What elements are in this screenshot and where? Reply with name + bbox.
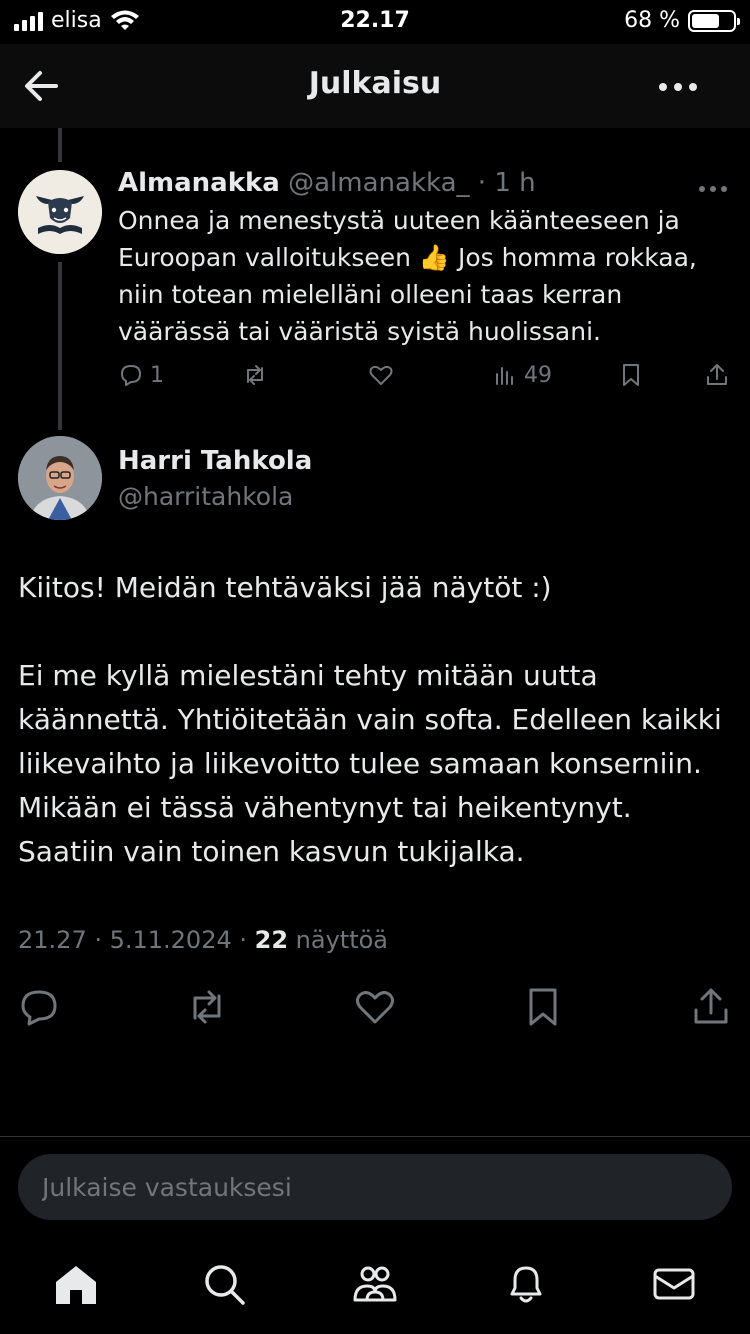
- status-bar: elisa 22.17 68 %: [0, 0, 750, 44]
- communities-icon: [353, 1266, 397, 1302]
- comment-icon: [121, 365, 141, 386]
- reply-share-button[interactable]: [704, 362, 730, 388]
- heart-icon: [369, 365, 393, 385]
- reply-separator: ·: [469, 168, 495, 198]
- avatar[interactable]: [18, 436, 102, 520]
- reply-like-button[interactable]: [368, 362, 394, 388]
- share-button[interactable]: [690, 986, 732, 1028]
- reply-composer[interactable]: [18, 1154, 732, 1220]
- share-icon: [707, 364, 727, 385]
- reply-text: Onnea ja menestystä uuteen käänteeseen j…: [118, 206, 697, 346]
- post-timestamp: 21.27 · 5.11.2024 ·: [18, 926, 255, 954]
- post-text: Kiitos! Meidän tehtäväksi jää näytöt :) …: [18, 566, 732, 918]
- reply-author-handle[interactable]: @almanakka_: [288, 168, 469, 198]
- more-horizontal-icon: [659, 83, 697, 91]
- reply-header: Almanakka @almanakka_ · 1 h: [118, 168, 536, 198]
- post-author-name[interactable]: Harri Tahkola: [118, 446, 312, 476]
- tab-messages[interactable]: [650, 1260, 698, 1308]
- comment-icon: [21, 990, 57, 1026]
- bookmark-icon: [529, 988, 557, 1026]
- repost-icon: [247, 365, 263, 385]
- reply-comment-button[interactable]: 1: [118, 362, 164, 388]
- post-meta: 21.27 · 5.11.2024 · 22 näyttöä: [18, 926, 388, 954]
- reply-bookmark-button[interactable]: [618, 362, 644, 388]
- bull-logo-icon: [18, 170, 102, 254]
- profile-photo-icon: [18, 436, 102, 520]
- more-options-button[interactable]: [658, 72, 698, 93]
- post-paragraph: Ei me kyllä mielestäni tehty mitään uutt…: [18, 659, 722, 868]
- reply-input[interactable]: [18, 1154, 732, 1220]
- search-icon: [205, 1265, 245, 1305]
- avatar[interactable]: [18, 170, 102, 254]
- heart-icon: [356, 991, 394, 1024]
- thread-line: [58, 262, 62, 430]
- top-header: Julkaisu: [0, 44, 750, 128]
- home-icon: [56, 1266, 96, 1304]
- bottom-tab-bar: [0, 1240, 750, 1334]
- notifications-icon: [510, 1266, 542, 1303]
- post-author-handle[interactable]: @harritahkola: [118, 482, 293, 511]
- tab-notifications[interactable]: [502, 1260, 550, 1308]
- post-views-label: näyttöä: [288, 926, 388, 954]
- battery-fill: [692, 13, 720, 28]
- tab-communities[interactable]: [351, 1260, 399, 1308]
- reply-action-bar: 1 49: [118, 362, 730, 394]
- page-title: Julkaisu: [308, 66, 442, 101]
- tab-search[interactable]: [200, 1260, 248, 1308]
- battery-icon: [688, 9, 740, 32]
- messages-icon: [653, 1268, 695, 1300]
- bookmark-button[interactable]: [522, 986, 564, 1028]
- bookmark-icon: [623, 364, 639, 386]
- bar-chart-icon: [496, 367, 513, 385]
- repost-button[interactable]: [186, 986, 228, 1028]
- battery-percent: 68 %: [624, 8, 680, 33]
- tab-home[interactable]: [52, 1260, 100, 1308]
- reply-more-button[interactable]: [698, 170, 728, 200]
- reply-views-button[interactable]: 49: [492, 362, 552, 388]
- post-paragraph: Kiitos! Meidän tehtäväksi jää näytöt :): [18, 571, 552, 604]
- divider: [0, 1136, 750, 1137]
- reply-age: 1 h: [494, 168, 536, 198]
- thread-line: [58, 128, 62, 162]
- reply-repost-button[interactable]: [242, 362, 268, 388]
- reply-comment-count: 1: [150, 362, 164, 388]
- share-icon: [694, 988, 728, 1024]
- reply-author-name[interactable]: Almanakka: [118, 168, 280, 198]
- repost-icon: [193, 990, 221, 1024]
- post-views-count[interactable]: 22: [255, 926, 288, 954]
- comment-button[interactable]: [18, 986, 60, 1028]
- reply-view-count: 49: [524, 362, 552, 388]
- post-action-bar: [18, 986, 732, 1030]
- more-horizontal-icon: [699, 186, 727, 192]
- like-button[interactable]: [354, 986, 396, 1028]
